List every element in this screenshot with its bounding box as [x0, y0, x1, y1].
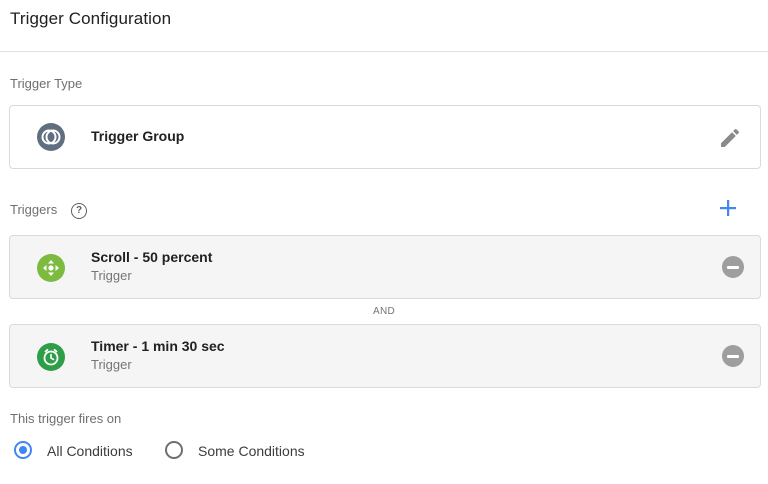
trigger-title: Timer - 1 min 30 sec — [91, 338, 225, 354]
fires-on-label: This trigger fires on — [10, 411, 122, 426]
edit-pencil-icon[interactable] — [718, 126, 742, 150]
trigger-type-name: Trigger Group — [91, 128, 185, 144]
panel-header: Trigger Configuration — [0, 0, 768, 52]
panel-title: Trigger Configuration — [10, 9, 172, 28]
timer-icon — [37, 343, 65, 371]
trigger-type-card[interactable]: Trigger Group — [9, 105, 761, 169]
trigger-item-timer[interactable]: Timer - 1 min 30 sec Trigger — [9, 324, 761, 388]
trigger-item-scroll[interactable]: Scroll - 50 percent Trigger — [9, 235, 761, 299]
trigger-type-label: Trigger Type — [10, 76, 83, 91]
radio-button[interactable] — [165, 441, 183, 459]
remove-trigger-icon[interactable] — [722, 345, 744, 367]
radio-label: Some Conditions — [198, 443, 305, 459]
remove-trigger-icon[interactable] — [722, 256, 744, 278]
scroll-icon — [37, 254, 65, 282]
triggers-label: Triggers — [10, 202, 58, 217]
trigger-subtitle: Trigger — [91, 357, 132, 372]
trigger-title: Scroll - 50 percent — [91, 249, 213, 265]
trigger-configuration-panel: Trigger Configuration Trigger Type Trigg… — [0, 0, 768, 484]
radio-label: All Conditions — [47, 443, 133, 459]
trigger-group-icon — [37, 123, 65, 151]
trigger-subtitle: Trigger — [91, 268, 132, 283]
add-trigger-plus-icon[interactable] — [716, 196, 740, 220]
help-icon[interactable]: ? — [71, 203, 87, 219]
and-joiner: AND — [372, 306, 395, 317]
radio-button[interactable] — [14, 441, 32, 459]
